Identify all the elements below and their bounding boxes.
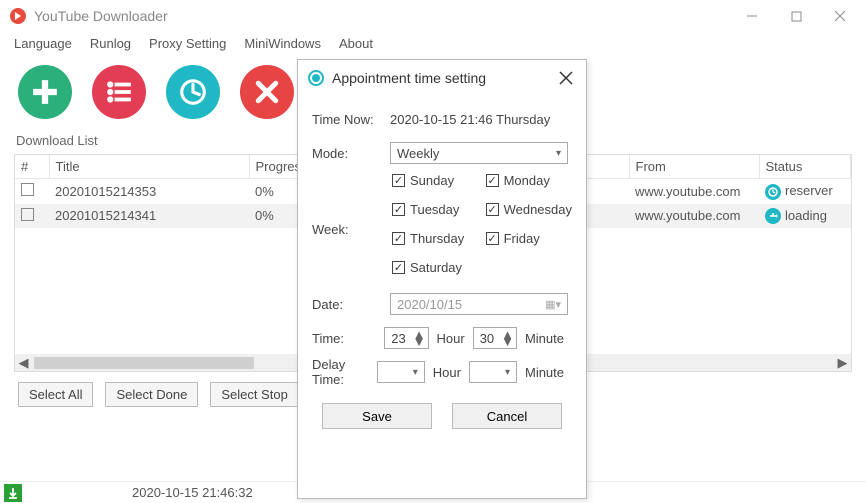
row-title: 20201015214353: [49, 179, 249, 204]
status-timestamp: 2020-10-15 21:46:32: [132, 485, 253, 500]
row-checkbox[interactable]: [21, 208, 34, 221]
appointment-dialog: Appointment time setting Time Now: 2020-…: [297, 59, 587, 499]
plus-icon: [30, 77, 60, 107]
col-title[interactable]: Title: [49, 155, 249, 179]
menu-about[interactable]: About: [339, 36, 373, 51]
scroll-right-icon[interactable]: ▶: [834, 354, 851, 371]
delay-label: Delay Time:: [312, 357, 377, 387]
clock-icon: [178, 77, 208, 107]
time-label: Time:: [312, 331, 384, 346]
check-icon: ✓: [392, 232, 405, 245]
row-title: 20201015214341: [49, 204, 249, 229]
week-label: Week:: [312, 172, 390, 237]
chevron-down-icon: ▾: [413, 367, 418, 378]
checkbox-thursday[interactable]: ✓Thursday: [392, 231, 476, 246]
save-button[interactable]: Save: [322, 403, 432, 429]
minimize-button[interactable]: [730, 2, 774, 30]
hour-unit: Hour: [433, 365, 461, 380]
cancel-button[interactable]: Cancel: [452, 403, 562, 429]
dialog-header: Appointment time setting: [298, 60, 586, 96]
menu-proxy-setting[interactable]: Proxy Setting: [149, 36, 226, 51]
select-stop-button[interactable]: Select Stop: [210, 382, 299, 407]
mode-value: Weekly: [397, 146, 439, 161]
calendar-icon: ▦▾: [545, 298, 561, 311]
check-icon: ✓: [486, 232, 499, 245]
minimize-icon: [746, 10, 758, 22]
cancel-action-button[interactable]: [240, 65, 294, 119]
titlebar: YouTube Downloader: [0, 0, 866, 32]
row-from: www.youtube.com: [629, 179, 759, 204]
dialog-title: Appointment time setting: [332, 70, 556, 86]
menu-language[interactable]: Language: [14, 36, 72, 51]
checkbox-sunday[interactable]: ✓Sunday: [392, 173, 476, 188]
menu-runlog[interactable]: Runlog: [90, 36, 131, 51]
check-icon: ✓: [392, 261, 405, 274]
download-indicator-icon[interactable]: [4, 484, 22, 502]
check-icon: ✓: [486, 203, 499, 216]
spinner-arrows-icon: ▲▼: [501, 331, 514, 345]
date-input[interactable]: 2020/10/15 ▦▾: [390, 293, 568, 315]
add-button[interactable]: [18, 65, 72, 119]
time-hour-input[interactable]: 23 ▲▼: [384, 327, 428, 349]
checkbox-tuesday[interactable]: ✓Tuesday: [392, 202, 476, 217]
select-all-button[interactable]: Select All: [18, 382, 93, 407]
checkbox-friday[interactable]: ✓Friday: [486, 231, 572, 246]
schedule-button[interactable]: [166, 65, 220, 119]
chevron-down-icon: ▾: [556, 148, 561, 159]
scroll-left-icon[interactable]: ◀: [15, 354, 32, 371]
checkbox-saturday[interactable]: ✓Saturday: [392, 260, 476, 275]
spinner-arrows-icon: ▲▼: [413, 331, 426, 345]
check-icon: ✓: [392, 203, 405, 216]
menu-bar: Language Runlog Proxy Setting MiniWindow…: [0, 32, 866, 61]
date-label: Date:: [312, 297, 390, 312]
col-status[interactable]: Status: [759, 155, 851, 179]
status-loading-icon: [765, 208, 781, 224]
minute-unit: Minute: [525, 331, 564, 346]
dialog-icon: [308, 70, 324, 86]
close-icon: [834, 10, 846, 22]
check-icon: ✓: [392, 174, 405, 187]
dialog-close-button[interactable]: [556, 68, 576, 88]
row-from: www.youtube.com: [629, 204, 759, 229]
maximize-button[interactable]: [774, 2, 818, 30]
status-reserve-icon: [765, 184, 781, 200]
mode-select[interactable]: Weekly ▾: [390, 142, 568, 164]
chevron-down-icon: ▾: [505, 367, 510, 378]
hour-unit: Hour: [437, 331, 465, 346]
row-checkbox[interactable]: [21, 183, 34, 196]
row-status: loading: [785, 208, 827, 223]
list-button[interactable]: [92, 65, 146, 119]
time-now-label: Time Now:: [312, 112, 390, 127]
checkbox-monday[interactable]: ✓Monday: [486, 173, 572, 188]
scrollbar-thumb[interactable]: [34, 357, 254, 369]
app-logo-icon: [10, 8, 26, 24]
col-num[interactable]: #: [15, 155, 49, 179]
row-status: reserver: [785, 183, 833, 198]
date-value: 2020/10/15: [397, 297, 462, 312]
x-icon: [252, 77, 282, 107]
menu-miniwindows[interactable]: MiniWindows: [244, 36, 321, 51]
close-icon: [559, 71, 573, 85]
maximize-icon: [791, 11, 802, 22]
delay-hour-select[interactable]: ▾: [377, 361, 425, 383]
select-done-button[interactable]: Select Done: [105, 382, 198, 407]
time-minute-input[interactable]: 30 ▲▼: [473, 327, 517, 349]
app-title: YouTube Downloader: [34, 8, 730, 24]
check-icon: ✓: [486, 174, 499, 187]
delay-minute-select[interactable]: ▾: [469, 361, 517, 383]
checkbox-wednesday[interactable]: ✓Wednesday: [486, 202, 572, 217]
close-button[interactable]: [818, 2, 862, 30]
list-icon: [104, 77, 134, 107]
minute-unit: Minute: [525, 365, 564, 380]
col-from[interactable]: From: [629, 155, 759, 179]
mode-label: Mode:: [312, 146, 390, 161]
time-now-value: 2020-10-15 21:46 Thursday: [390, 112, 550, 127]
